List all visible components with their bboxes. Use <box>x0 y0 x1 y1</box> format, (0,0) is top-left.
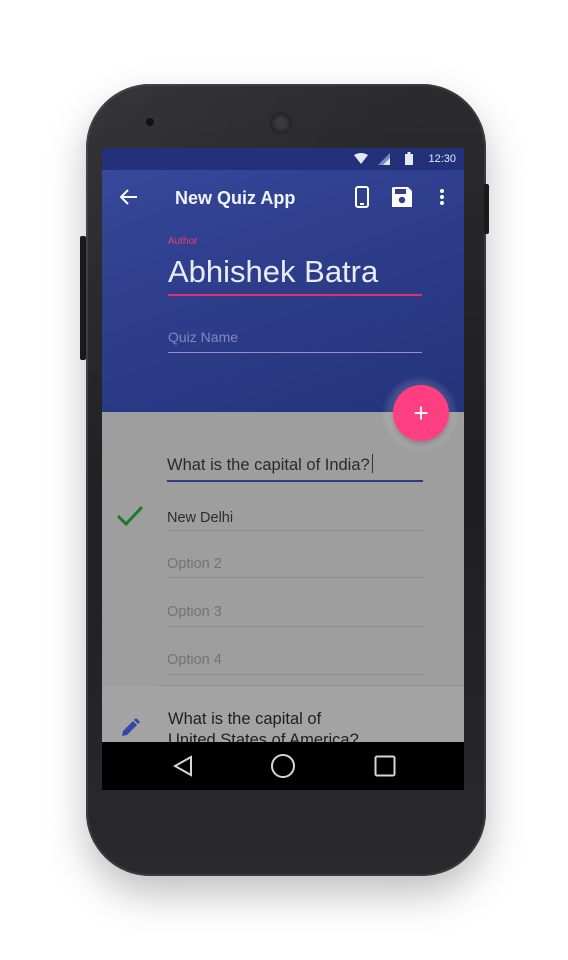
author-underline <box>168 294 422 296</box>
option-4-underline <box>167 674 423 675</box>
edit-pencil-icon[interactable] <box>120 718 140 738</box>
question-1-underline <box>167 480 423 482</box>
front-camera <box>146 118 154 126</box>
quiz-name-underline <box>168 352 422 353</box>
screen: 12:30 New Quiz App Author Abhishek Batra… <box>102 148 464 790</box>
battery-icon <box>405 152 413 165</box>
phone-side-button <box>80 236 86 360</box>
option-3-field[interactable]: Option 3 <box>167 604 222 620</box>
earpiece-speaker <box>270 112 292 134</box>
nav-recents-button[interactable] <box>371 752 399 780</box>
more-vert-icon <box>440 189 444 205</box>
status-time: 12:30 <box>428 153 456 165</box>
option-3-underline <box>167 626 423 627</box>
navigation-bar <box>102 742 464 790</box>
author-field[interactable]: Abhishek Batra <box>168 254 378 290</box>
correct-answer-check-icon[interactable] <box>116 504 144 528</box>
cell-signal-icon <box>378 153 390 165</box>
sensor <box>418 118 423 123</box>
add-question-fab[interactable]: + <box>393 385 449 441</box>
more-options-button[interactable] <box>430 184 454 210</box>
triangle-back-icon <box>172 755 192 777</box>
wifi-icon <box>354 153 368 164</box>
save-button[interactable] <box>390 184 414 210</box>
app-bar: New Quiz App Author Abhishek Batra Quiz … <box>102 170 464 412</box>
sensor <box>406 118 411 123</box>
phone-power-button <box>484 184 489 234</box>
text-caret <box>371 454 373 473</box>
question-1-field[interactable]: What is the capital of India? <box>167 454 373 475</box>
nav-back-button[interactable] <box>169 752 197 780</box>
option-2-field[interactable]: Option 2 <box>167 556 222 572</box>
author-label: Author <box>168 236 198 247</box>
save-icon <box>392 187 412 207</box>
app-title: New Quiz App <box>175 188 296 208</box>
arrow-left-icon <box>119 189 137 205</box>
status-bar: 12:30 <box>102 148 464 170</box>
quiz-name-field[interactable]: Quiz Name <box>168 329 238 345</box>
phone-preview-icon <box>355 186 369 208</box>
nav-home-button[interactable] <box>269 752 297 780</box>
back-button[interactable] <box>116 184 142 210</box>
option-1-field[interactable]: New Delhi <box>167 510 233 526</box>
option-4-field[interactable]: Option 4 <box>167 652 222 668</box>
option-1-underline <box>167 530 423 531</box>
question-2-line1: What is the capital of <box>168 710 322 728</box>
option-2-underline <box>167 577 423 578</box>
square-recents-icon <box>374 755 396 777</box>
phone-preview-button[interactable] <box>350 184 374 210</box>
question-1-text: What is the capital of India? <box>167 456 370 474</box>
circle-home-icon <box>271 754 295 778</box>
